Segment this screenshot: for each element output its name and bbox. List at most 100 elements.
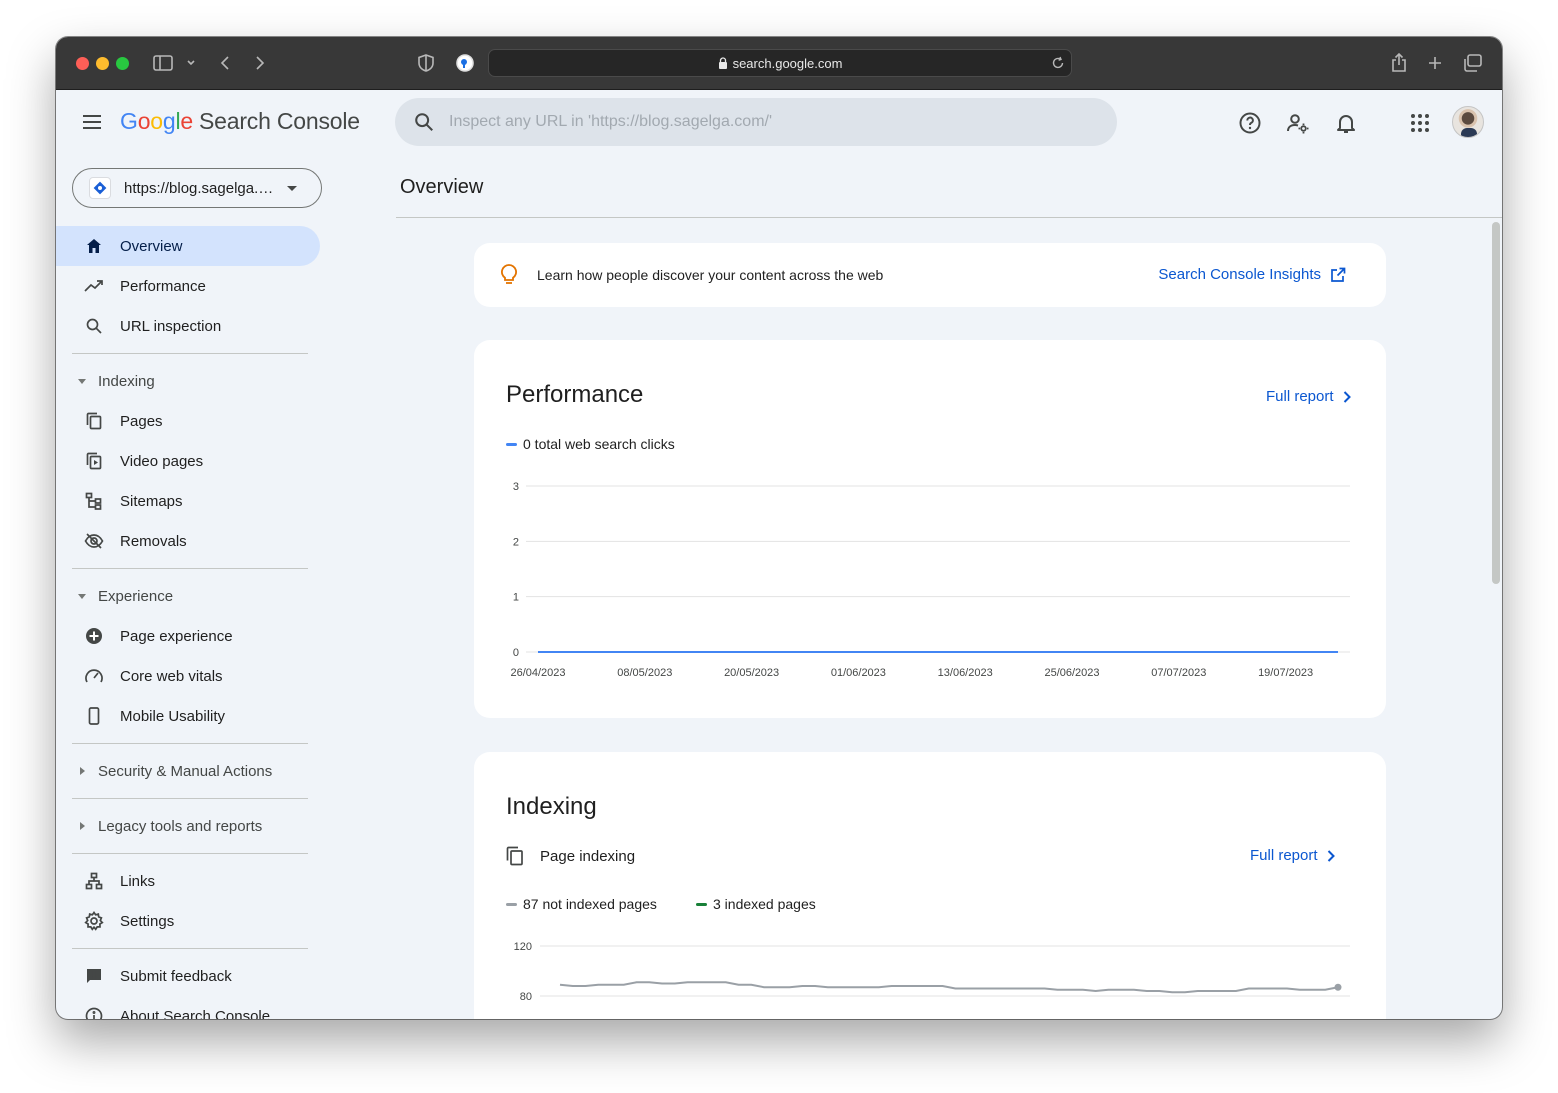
sidebar-item-core-web-vitals[interactable]: Core web vitals <box>56 656 320 696</box>
sidebar-item-url-inspection[interactable]: URL inspection <box>56 306 320 346</box>
sidebar-item-removals[interactable]: Removals <box>56 521 320 561</box>
x-tick-label: 07/07/2023 <box>1151 667 1206 679</box>
y-tick-label: 2 <box>513 536 519 548</box>
back-icon[interactable] <box>214 52 236 74</box>
search-console-logo[interactable]: Google Search Console <box>120 108 360 135</box>
account-avatar[interactable] <box>1452 106 1484 138</box>
sidebar-item-performance[interactable]: Performance <box>56 266 320 306</box>
gauge-icon <box>84 666 104 686</box>
sidebar-item-pages[interactable]: Pages <box>56 401 320 441</box>
performance-card: Performance Full report 0 total web sear… <box>474 340 1386 718</box>
tab-overview-icon[interactable] <box>1462 52 1484 74</box>
sidebar-item-overview[interactable]: Overview <box>56 226 320 266</box>
x-tick-label: 26/04/2023 <box>510 667 565 679</box>
main-menu-icon[interactable] <box>80 110 104 134</box>
help-icon[interactable] <box>1237 110 1263 136</box>
not-indexed-series-line <box>559 981 1339 994</box>
home-icon <box>84 236 104 256</box>
url-text: search.google.com <box>732 55 843 71</box>
x-tick-label: 19/07/2023 <box>1258 667 1313 679</box>
search-input[interactable] <box>449 113 1049 131</box>
sidebar-item-label: Overview <box>120 237 183 255</box>
privacy-shield-icon[interactable] <box>415 52 437 74</box>
section-label: Security & Manual Actions <box>98 762 273 780</box>
reload-icon[interactable] <box>1051 56 1065 70</box>
collapse-arrow-icon <box>78 378 86 384</box>
eye-off-icon <box>84 531 104 551</box>
section-label: Experience <box>98 587 174 605</box>
sidebar-item-label: Pages <box>120 412 163 430</box>
forward-icon[interactable] <box>249 52 271 74</box>
sidebar-item-label: URL inspection <box>120 317 222 335</box>
performance-chart[interactable]: 0 1 2 3 26/04/2023 08/05/2023 20/05/2023 01/06/… <box>474 340 1386 718</box>
zoom-window-button[interactable] <box>116 57 129 70</box>
apps-grid-icon[interactable] <box>1407 110 1433 136</box>
section-label: Indexing <box>98 372 155 390</box>
section-experience-toggle[interactable]: Experience <box>56 576 328 616</box>
sidebar-item-label: Links <box>120 872 156 890</box>
page-title: Overview <box>400 176 484 198</box>
property-url: https://blog.sagelga.com/ <box>124 179 274 197</box>
sidebar-item-label: Settings <box>120 912 175 930</box>
video-pages-icon <box>84 451 104 471</box>
browser-window: search.google.com GoogleSearch Console <box>56 37 1502 1019</box>
y-tick-label: 0 <box>513 647 519 659</box>
sidebar: https://blog.sagelga.com/ Overview Perfo… <box>56 154 328 1019</box>
sidebar-item-page-experience[interactable]: Page experience <box>56 616 320 656</box>
sidebar-toggle-icon[interactable] <box>152 52 174 74</box>
sidebar-item-video-pages[interactable]: Video pages <box>56 441 320 481</box>
x-tick-label: 13/06/2023 <box>938 667 993 679</box>
notifications-bell-icon[interactable] <box>1333 110 1359 136</box>
chevron-down-icon[interactable] <box>180 52 202 74</box>
scrollbar[interactable] <box>1492 222 1500 584</box>
sidebar-item-label: Core web vitals <box>120 667 223 685</box>
password-extension-icon[interactable] <box>454 52 476 74</box>
new-tab-icon[interactable] <box>1424 52 1446 74</box>
divider <box>396 217 1502 218</box>
sidebar-item-label: Page experience <box>120 627 233 645</box>
sidebar-item-submit-feedback[interactable]: Submit feedback <box>56 956 320 996</box>
pages-icon <box>84 411 104 431</box>
search-icon <box>415 113 433 131</box>
y-tick-label: 120 <box>514 941 532 953</box>
x-tick-label: 25/06/2023 <box>1044 667 1099 679</box>
section-legacy-toggle[interactable]: Legacy tools and reports <box>56 806 328 846</box>
divider <box>72 353 308 354</box>
sidebar-item-sitemaps[interactable]: Sitemaps <box>56 481 320 521</box>
address-bar[interactable]: search.google.com <box>488 49 1072 77</box>
browser-toolbar: search.google.com <box>56 37 1502 90</box>
phone-icon <box>84 706 104 726</box>
search-console-insights-link[interactable]: Search Console Insights <box>1158 266 1346 283</box>
close-window-button[interactable] <box>76 57 89 70</box>
expand-arrow-icon <box>80 822 85 830</box>
open-in-new-icon <box>1331 267 1346 282</box>
insights-tip-card: Learn how people discover your content a… <box>474 243 1386 307</box>
sidebar-nav: Overview Performance URL inspection Inde… <box>56 226 328 1019</box>
x-tick-label: 20/05/2023 <box>724 667 779 679</box>
trending-up-icon <box>84 276 104 296</box>
sidebar-item-links[interactable]: Links <box>56 861 320 901</box>
divider <box>72 948 308 949</box>
info-icon <box>84 1006 104 1019</box>
y-tick-label: 80 <box>520 991 532 1003</box>
indexing-chart[interactable]: 80 120 <box>474 752 1386 1019</box>
sitemap-icon <box>84 491 104 511</box>
section-security-toggle[interactable]: Security & Manual Actions <box>56 751 328 791</box>
not-indexed-series-endpoint <box>1334 983 1342 991</box>
sidebar-item-settings[interactable]: Settings <box>56 901 320 941</box>
feedback-icon <box>84 966 104 986</box>
search-icon <box>84 316 104 336</box>
sidebar-item-mobile-usability[interactable]: Mobile Usability <box>56 696 320 736</box>
property-selector[interactable]: https://blog.sagelga.com/ <box>72 168 322 208</box>
minimize-window-button[interactable] <box>96 57 109 70</box>
product-name: Search Console <box>199 108 360 134</box>
section-indexing-toggle[interactable]: Indexing <box>56 361 328 401</box>
main-content: Overview Learn how people discover your … <box>396 154 1502 1019</box>
user-settings-icon[interactable] <box>1285 110 1311 136</box>
divider <box>72 568 308 569</box>
url-inspection-search[interactable] <box>395 98 1117 146</box>
plus-circle-icon <box>84 626 104 646</box>
divider <box>72 798 308 799</box>
share-icon[interactable] <box>1388 52 1410 74</box>
sidebar-item-about[interactable]: About Search Console <box>56 996 320 1019</box>
